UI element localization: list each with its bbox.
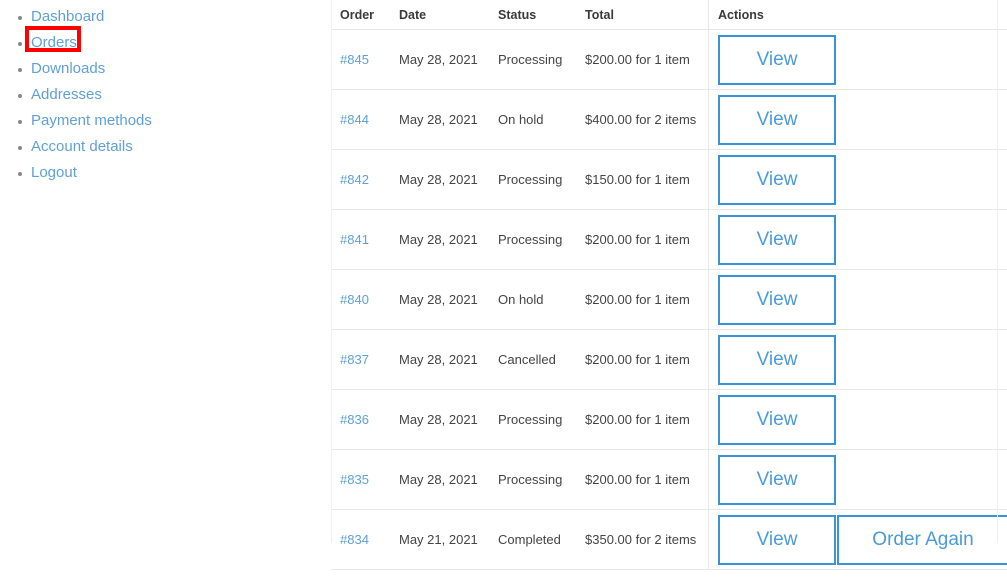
sidebar-item-label[interactable]: Addresses [31,86,102,103]
cell-order: #842 [331,149,390,210]
table-row: #834 May 21, 2021 Completed $350.00 for 2 i… [331,509,1007,570]
cell-total: $350.00 for 2 items [576,509,709,570]
table-row: #837 May 28, 2021 Cancelled $200.00 for 1 i… [331,329,1007,390]
table-row: #835 May 28, 2021 Processing $200.00 for 1 … [331,449,1007,510]
column-header-status: Status [489,0,576,30]
order-number-link[interactable]: #842 [340,172,369,187]
order-number-link[interactable]: #835 [340,472,369,487]
cell-total: $400.00 for 2 items [576,89,709,150]
cell-actions: View [708,449,1007,510]
cell-actions: View [708,209,1007,270]
sidebar-item-account-details[interactable]: Account details [0,134,300,160]
cell-actions: View [708,389,1007,450]
cell-order: #841 [331,209,390,270]
orders-table-head: Order Date Status Total Actions [331,0,1007,30]
cell-actions: View Order Again [708,509,1007,570]
order-number-link[interactable]: #836 [340,412,369,427]
cell-date: May 28, 2021 [390,329,489,390]
account-nav-list: Dashboard Orders Downloads Addresses Payment… [0,4,300,186]
table-row: #836 May 28, 2021 Processing $200.00 for 1 … [331,389,1007,450]
cell-total: $200.00 for 1 item [576,209,709,270]
column-header-total: Total [576,0,709,30]
order-number-link[interactable]: #837 [340,352,369,367]
view-order-button[interactable]: View [718,514,836,565]
cell-order: #845 [331,29,390,90]
sidebar-item-label[interactable]: Account details [31,138,133,155]
cell-order: #837 [331,329,390,390]
table-row: #844 May 28, 2021 On hold $400.00 for 2 ite… [331,89,1007,150]
order-number-link[interactable]: #844 [340,112,369,127]
orders-table-body: #845 May 28, 2021 Processing $200.00 for 1 … [331,29,1007,570]
cell-status: Cancelled [489,329,576,390]
table-header-row: Order Date Status Total Actions [331,0,1007,30]
view-order-button[interactable]: View [718,94,836,145]
cell-total: $200.00 for 1 item [576,449,709,510]
cell-actions: View [708,269,1007,330]
cell-order: #836 [331,389,390,450]
view-order-button[interactable]: View [718,34,836,85]
sidebar-item-dashboard[interactable]: Dashboard [0,4,300,30]
table-row: #840 May 28, 2021 On hold $200.00 for 1 ite… [331,269,1007,330]
view-order-button[interactable]: View [718,334,836,385]
cell-status: Processing [489,29,576,90]
order-number-link[interactable]: #834 [340,532,369,547]
order-number-link[interactable]: #841 [340,232,369,247]
cell-total: $200.00 for 1 item [576,269,709,330]
order-again-button[interactable]: Order Again [837,514,1007,565]
sidebar-item-downloads[interactable]: Downloads [0,56,300,82]
view-order-button[interactable]: View [718,214,836,265]
cell-order: #835 [331,449,390,510]
order-number-link[interactable]: #845 [340,52,369,67]
sidebar-item-logout[interactable]: Logout [0,160,300,186]
sidebar-item-orders[interactable]: Orders [0,30,300,56]
column-header-actions: Actions [708,0,1007,30]
column-header-date: Date [390,0,489,30]
cell-date: May 28, 2021 [390,29,489,90]
cell-status: Processing [489,449,576,510]
cell-total: $200.00 for 1 item [576,29,709,90]
cell-status: Processing [489,209,576,270]
cell-date: May 28, 2021 [390,89,489,150]
cell-actions: View [708,329,1007,390]
cell-date: May 28, 2021 [390,209,489,270]
sidebar-item-label[interactable]: Payment methods [31,112,152,129]
cell-status: On hold [489,89,576,150]
sidebar-item-label[interactable]: Orders [31,34,77,51]
sidebar-item-payment-methods[interactable]: Payment methods [0,108,300,134]
cell-status: On hold [489,269,576,330]
cell-total: $200.00 for 1 item [576,329,709,390]
cell-date: May 28, 2021 [390,269,489,330]
cell-status: Processing [489,389,576,450]
orders-table: Order Date Status Total Actions #845 May … [331,0,1007,570]
sidebar-item-label[interactable]: Dashboard [31,8,104,25]
cell-status: Processing [489,149,576,210]
sidebar-item-label[interactable]: Downloads [31,60,105,77]
table-row: #845 May 28, 2021 Processing $200.00 for 1 … [331,29,1007,90]
cell-date: May 28, 2021 [390,449,489,510]
view-order-button[interactable]: View [718,154,836,205]
view-order-button[interactable]: View [718,274,836,325]
table-row: #842 May 28, 2021 Processing $150.00 for 1 … [331,149,1007,210]
cell-order: #844 [331,89,390,150]
view-order-button[interactable]: View [718,454,836,505]
sidebar-item-addresses[interactable]: Addresses [0,82,300,108]
cell-order: #840 [331,269,390,330]
account-sidebar: Dashboard Orders Downloads Addresses Payment… [0,0,300,186]
view-order-button[interactable]: View [718,394,836,445]
cell-actions: View [708,149,1007,210]
cell-date: May 28, 2021 [390,149,489,210]
orders-table-container: Order Date Status Total Actions #845 May … [331,0,1007,570]
cell-status: Completed [489,509,576,570]
cell-actions: View [708,89,1007,150]
cell-total: $150.00 for 1 item [576,149,709,210]
cell-date: May 21, 2021 [390,509,489,570]
cell-order: #834 [331,509,390,570]
order-number-link[interactable]: #840 [340,292,369,307]
cell-actions: View [708,29,1007,90]
cell-total: $200.00 for 1 item [576,389,709,450]
cell-date: May 28, 2021 [390,389,489,450]
sidebar-item-label[interactable]: Logout [31,164,77,181]
column-header-order: Order [331,0,390,30]
table-row: #841 May 28, 2021 Processing $200.00 for 1 … [331,209,1007,270]
